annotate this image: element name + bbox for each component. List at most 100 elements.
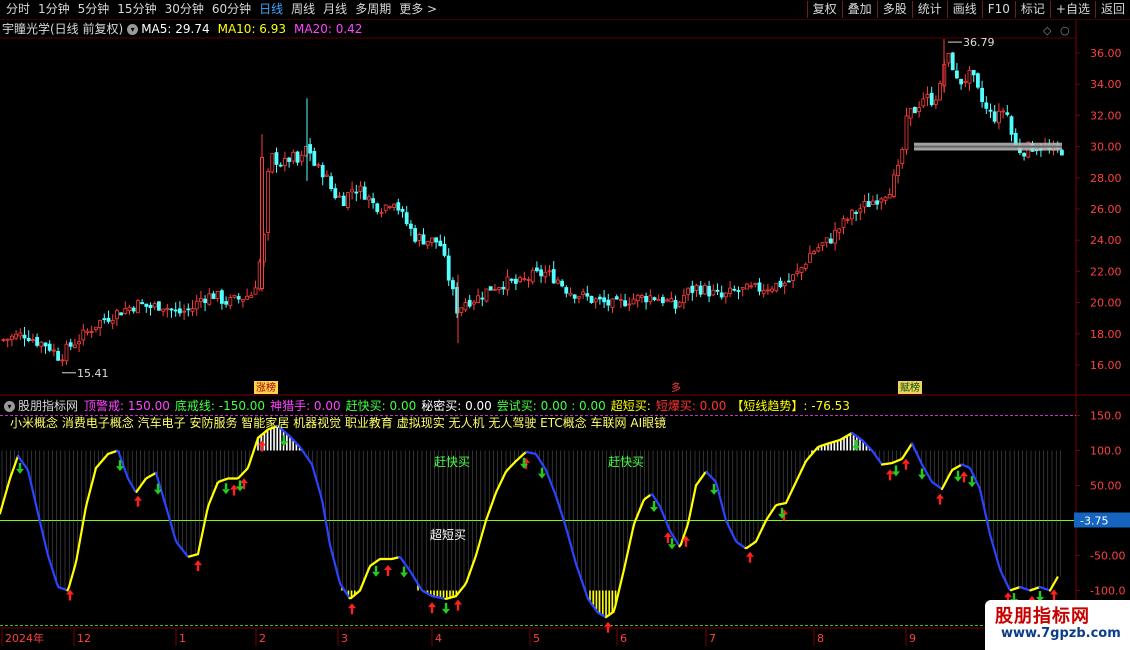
osc-segment <box>75 550 80 561</box>
candle-body <box>896 164 900 176</box>
sell-arrow-icon-stem <box>374 565 378 572</box>
candle-body <box>514 278 518 284</box>
xaxis-label: 9 <box>909 632 916 645</box>
candle-body <box>707 285 711 297</box>
osc-segment <box>322 509 327 521</box>
sell-arrow-icon-stem <box>1012 593 1016 600</box>
candle-body <box>156 301 161 311</box>
candle-body <box>198 298 203 302</box>
candle-body <box>371 198 376 204</box>
candle-body <box>955 70 959 79</box>
candle-body <box>598 296 602 300</box>
candle-body <box>236 296 241 300</box>
candle-body <box>1009 116 1014 135</box>
buy-arrow-icon-stem <box>136 500 140 507</box>
candle-body <box>665 299 669 302</box>
candle-body <box>816 247 821 252</box>
candle-body <box>602 297 606 303</box>
sell-arrow-icon <box>16 468 24 474</box>
buy-arrow-icon <box>428 602 436 608</box>
candle-body <box>787 280 791 283</box>
chevron-down-icon[interactable]: ▾ <box>127 24 139 35</box>
candle-body <box>950 52 955 71</box>
candle-body <box>123 308 128 314</box>
candle-body <box>883 196 888 201</box>
osc-segment <box>691 491 696 502</box>
candle-body <box>89 331 94 334</box>
osc-segment <box>690 498 695 509</box>
price-axis-label: 16.00 <box>1090 359 1122 372</box>
ma5-label: MA5: 29.74 <box>141 22 210 36</box>
xaxis-label: 3 <box>341 632 348 645</box>
candle-body <box>543 271 548 278</box>
candle-body <box>35 336 39 346</box>
xaxis-label: 2 <box>259 632 266 645</box>
candle-body <box>535 267 539 272</box>
osc-segment <box>81 516 86 528</box>
watermark-title: 股朋指标网 <box>995 606 1090 627</box>
chart-canvas[interactable]: 36.00 34.00 32.00 30.00 28.00 26.00 24.00 22.00… <box>0 0 1130 650</box>
osc-segment <box>693 484 698 494</box>
buy-arrow-icon-stem <box>456 604 460 611</box>
candle-body <box>740 287 745 290</box>
osc-segment <box>1054 576 1059 582</box>
candle-body <box>900 149 905 165</box>
candle-body <box>152 303 157 308</box>
buy-arrow-icon <box>604 621 612 627</box>
sector-concepts: 小米概念 消费电子概念 汽车电子 安防服务 智能家居 机器视觉 职业教育 虚拟现… <box>10 416 667 430</box>
indicator-value-2: 神猎手: 0.00 <box>270 399 341 413</box>
candle-body <box>400 208 405 212</box>
annotation-chaoduanmai: 超短买 <box>430 527 466 542</box>
candle-body <box>467 299 472 307</box>
osc-axis-label: -100.0 <box>1090 585 1125 598</box>
candle-body <box>240 299 245 302</box>
candle-body <box>324 174 329 177</box>
chevron-down-icon[interactable]: ▾ <box>4 401 15 412</box>
candle-body <box>287 157 292 162</box>
osc-segment <box>327 535 332 547</box>
candle-body <box>854 212 858 214</box>
candle-body <box>299 154 304 162</box>
candle-body <box>971 70 976 76</box>
event-tag-zhangbang: 涨榜 <box>256 381 276 394</box>
candle-body <box>997 110 1001 124</box>
candle-body <box>26 337 31 342</box>
candle-body <box>732 288 737 291</box>
candle-body <box>47 343 52 351</box>
sell-arrow-icon-stem <box>1038 591 1042 597</box>
candle-body <box>627 303 632 306</box>
candle-body <box>144 303 149 307</box>
candle-body <box>820 242 825 247</box>
circle-icon: ○ <box>1060 24 1070 37</box>
candle-body <box>446 255 451 281</box>
candle-body <box>106 317 111 322</box>
candle-body <box>648 295 653 303</box>
candle-body <box>837 228 842 233</box>
candle-body <box>68 342 73 347</box>
candle-body <box>480 297 485 300</box>
candle-body <box>266 171 271 233</box>
indicator-header: ▾ 股朋指标网 顶警戒: 150.00 底戒线: -150.00 神猎手: 0.00 赶快… <box>0 397 855 415</box>
candle-body <box>135 300 140 314</box>
candle-body <box>640 295 644 298</box>
candle-body <box>551 269 556 284</box>
candle-body <box>745 283 749 290</box>
sell-arrow-icon <box>372 571 380 577</box>
candle-body <box>992 111 997 122</box>
price-axis-label: 26.00 <box>1090 203 1122 216</box>
candle-body <box>589 295 594 304</box>
candle-body <box>379 211 384 214</box>
candle-body <box>5 338 10 341</box>
sell-arrow-icon <box>668 544 676 550</box>
candle-body <box>677 301 682 307</box>
candle-body <box>358 185 363 192</box>
sell-arrow-icon-stem <box>238 480 242 487</box>
candle-body <box>421 234 426 245</box>
indicator-value-7: 短爆买: 0.00 <box>655 399 727 413</box>
ma10-label: MA10: 6.93 <box>217 22 287 36</box>
candle-body <box>669 298 674 303</box>
candle-body <box>488 286 493 291</box>
candle-body <box>774 282 779 292</box>
price-zone-line <box>914 145 1062 148</box>
candle-body <box>224 301 229 305</box>
